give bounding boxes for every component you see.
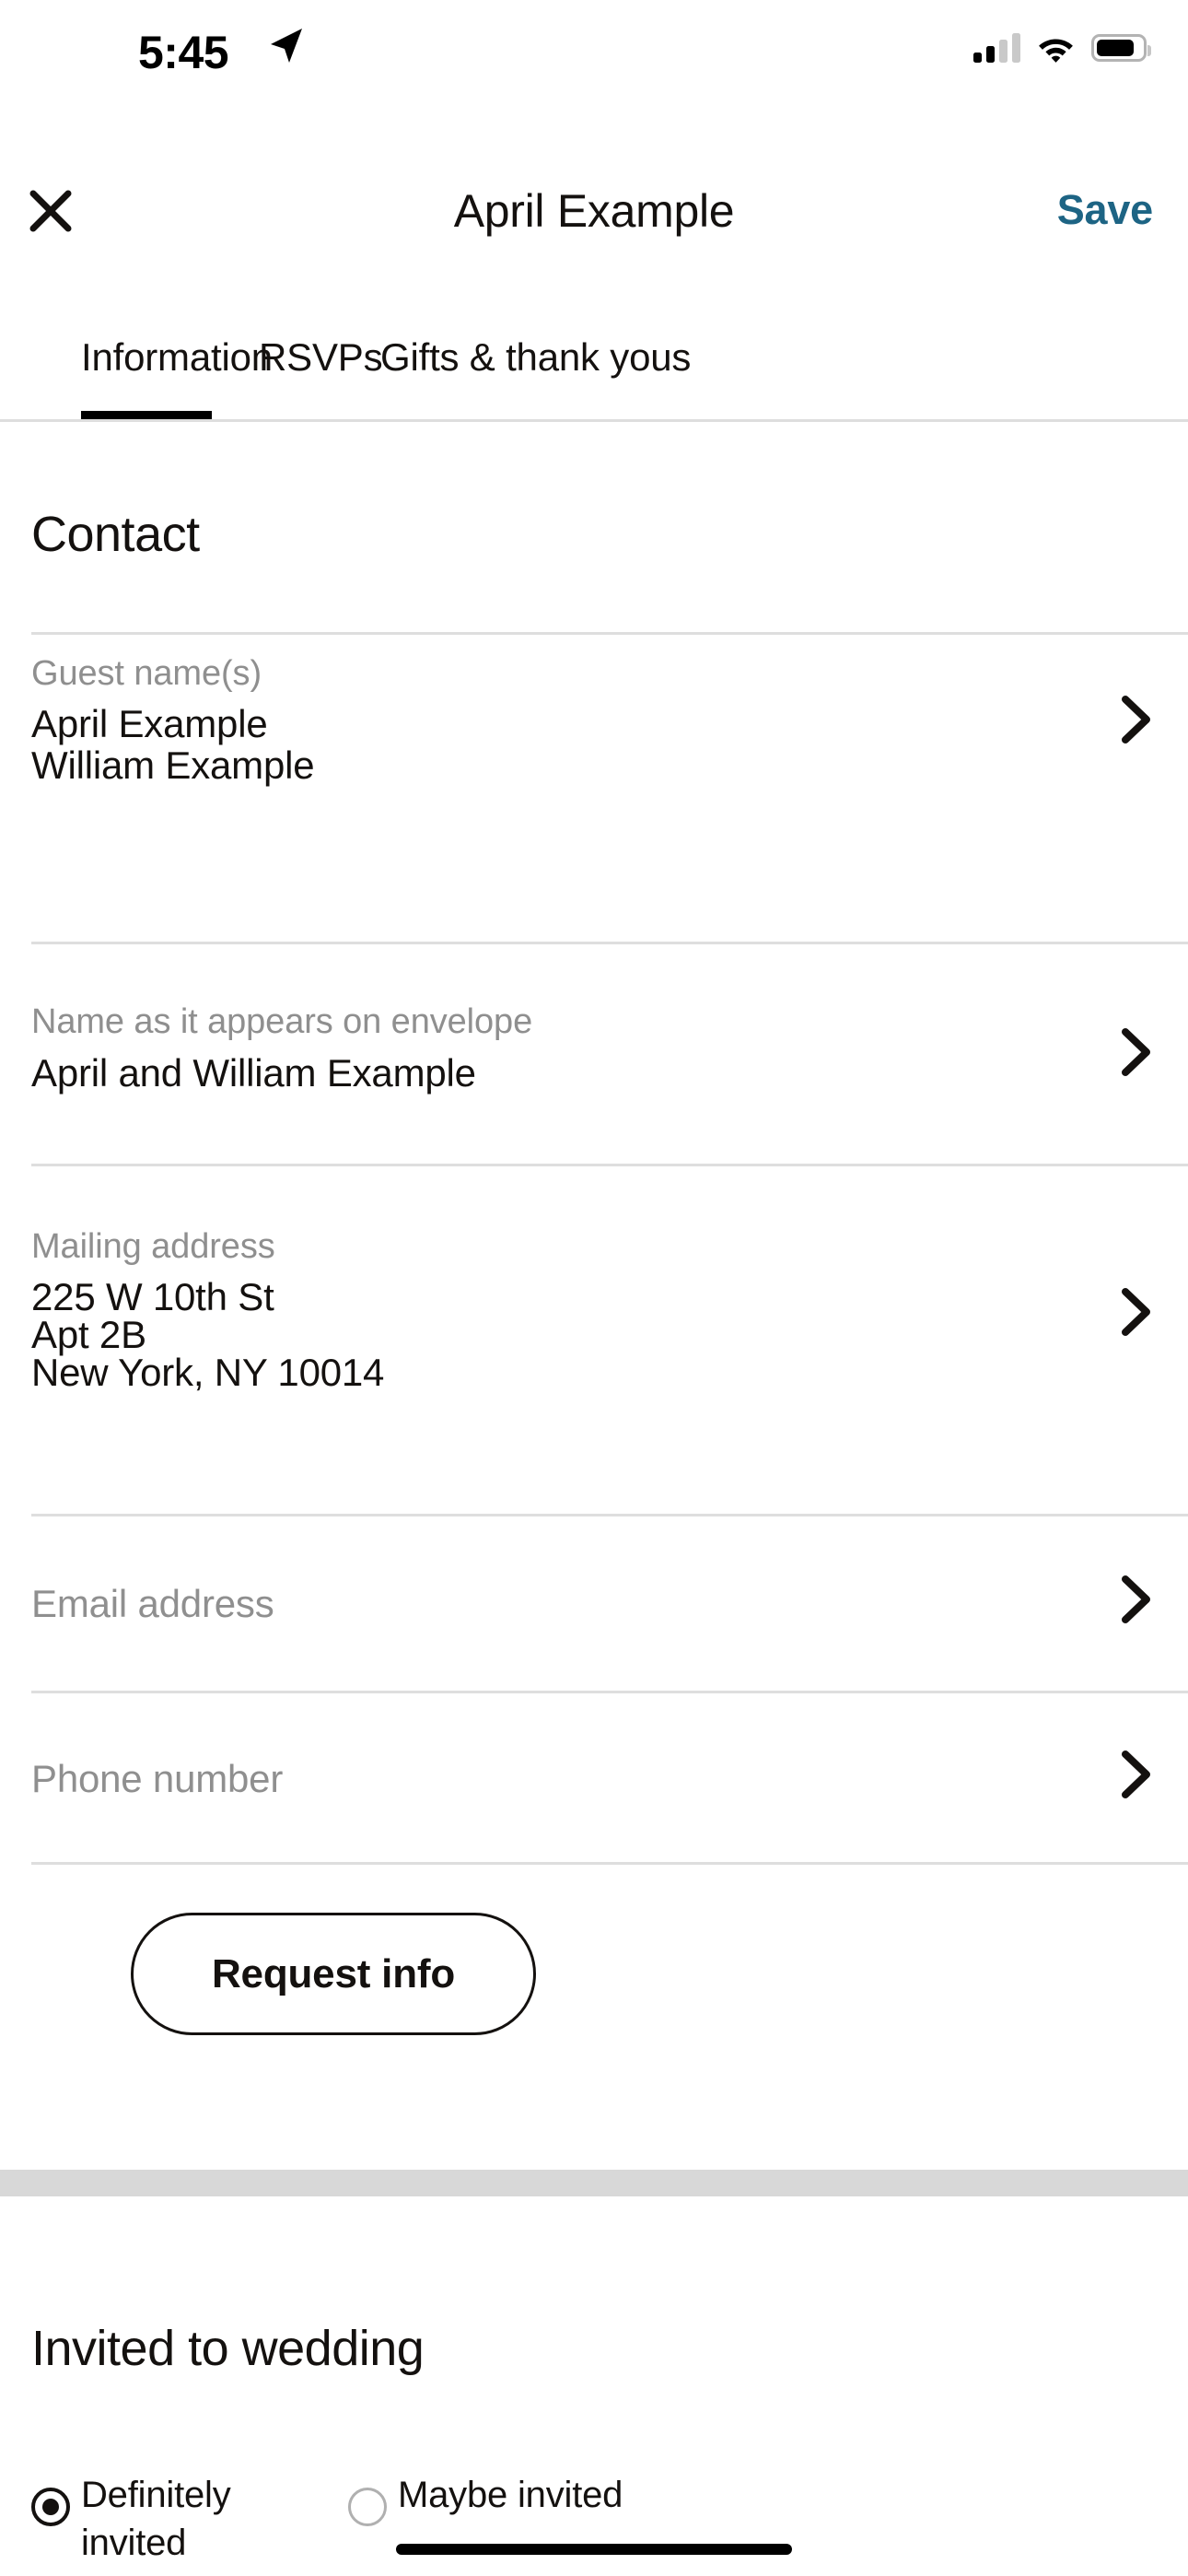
battery-icon <box>1091 34 1151 62</box>
field-row-envelope-name[interactable]: Name as it appears on envelope April and… <box>0 954 1188 1163</box>
tab-gifts-and-thank-yous[interactable]: Gifts & thank yous <box>380 335 691 422</box>
chevron-right-icon <box>1122 1028 1150 1076</box>
mailing-address-line-3: New York, NY 10014 <box>31 1351 385 1394</box>
chevron-right-icon <box>1122 1575 1150 1623</box>
tab-rsvps[interactable]: RSVPs <box>259 335 383 422</box>
status-bar-indicators <box>973 28 1151 68</box>
page-title: April Example <box>453 185 735 237</box>
guest-name-value-1: April Example <box>31 702 268 745</box>
field-row-mailing-address[interactable]: Mailing address 225 W 10th St Apt 2B New… <box>0 1177 1188 1508</box>
chevron-right-icon <box>1122 1288 1150 1336</box>
field-row-email-address[interactable]: Email address <box>0 1527 1188 1681</box>
divider <box>31 1514 1188 1516</box>
email-address-placeholder: Email address <box>31 1582 274 1625</box>
status-bar-time: 5:45 <box>138 27 229 78</box>
phone-number-placeholder: Phone number <box>31 1757 284 1800</box>
invited-section-heading: Invited to wedding <box>31 2321 425 2376</box>
guest-names-label: Guest name(s) <box>31 654 262 693</box>
home-indicator <box>396 2544 792 2555</box>
app-screen: 5:45 April Example Save Information RSVP… <box>0 0 1188 2576</box>
section-separator-band <box>0 2170 1188 2196</box>
save-button[interactable]: Save <box>1057 186 1153 234</box>
request-info-button[interactable]: Request info <box>131 1913 536 2035</box>
divider <box>31 942 1188 944</box>
divider <box>31 1164 1188 1166</box>
chevron-right-icon <box>1122 1751 1150 1798</box>
contact-section-heading: Contact <box>31 507 200 562</box>
radio-label-maybe-invited: Maybe invited <box>398 2475 623 2515</box>
location-arrow-icon <box>271 29 302 63</box>
divider <box>31 632 1188 635</box>
field-row-phone-number[interactable]: Phone number <box>0 1704 1188 1858</box>
radio-selected-icon <box>31 2488 70 2526</box>
cellular-signal-icon <box>973 33 1020 63</box>
wifi-icon <box>1039 39 1073 63</box>
divider <box>31 1691 1188 1693</box>
mailing-address-label: Mailing address <box>31 1227 275 1266</box>
divider <box>31 1862 1188 1865</box>
tab-bar: Information RSVPs Gifts & thank yous <box>0 313 1188 422</box>
active-tab-indicator <box>81 411 212 419</box>
status-bar: 5:45 <box>0 0 1188 101</box>
envelope-name-label: Name as it appears on envelope <box>31 1002 533 1041</box>
radio-label-definitely-invited: Definitely invited <box>81 2475 231 2563</box>
chevron-right-icon <box>1122 696 1150 744</box>
envelope-name-value: April and William Example <box>31 1051 476 1095</box>
tab-information[interactable]: Information <box>81 335 273 422</box>
guest-name-value-2: William Example <box>31 744 315 787</box>
radio-unselected-icon <box>348 2488 387 2526</box>
field-row-guest-names[interactable]: Guest name(s) April Example William Exam… <box>0 645 1188 940</box>
navigation-bar: April Example Save <box>0 164 1188 265</box>
